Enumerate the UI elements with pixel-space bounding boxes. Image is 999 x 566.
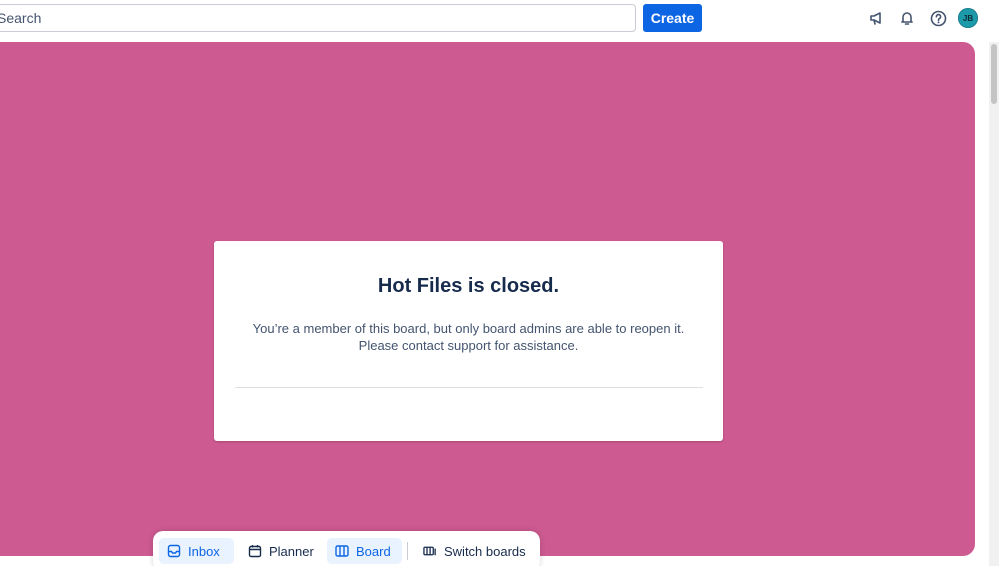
scrollbar[interactable] [989,42,999,566]
board-canvas: Hot Files is closed. You’re a member of … [0,42,975,556]
help-button[interactable] [926,6,950,30]
notice-title: Hot Files is closed. [377,275,560,297]
nav-planner[interactable]: Planner [240,538,320,564]
nav-label: Planner [269,543,314,559]
calendar-icon [248,544,262,558]
nav-label: Board [356,543,391,559]
bottom-nav: Inbox Planner Board Switch boards [153,531,540,566]
search-input[interactable] [0,4,636,32]
help-icon [930,10,946,26]
switch-boards-icon [423,544,437,558]
megaphone-icon [870,12,881,25]
inbox-icon [167,544,181,558]
nav-label: Inbox [188,543,220,559]
bell-icon [901,12,913,25]
notice-message: You’re a member of this board, but only … [252,321,685,353]
top-bar: Create JB [0,0,999,36]
closed-board-notice: Hot Files is closed. You’re a member of … [214,241,723,441]
avatar-initials: JB [962,13,974,23]
nav-inbox[interactable]: Inbox [159,538,234,564]
divider [235,387,703,388]
notifications-button[interactable] [895,6,919,30]
scrollbar-thumb[interactable] [991,44,997,104]
nav-divider [407,542,408,560]
board-icon [335,544,349,558]
avatar[interactable]: JB [958,8,978,28]
create-button[interactable]: Create [643,4,702,32]
nav-board[interactable]: Board [327,538,402,564]
nav-switch-boards[interactable]: Switch boards [415,538,535,564]
nav-label: Switch boards [444,543,526,559]
announcements-button[interactable] [865,6,889,30]
